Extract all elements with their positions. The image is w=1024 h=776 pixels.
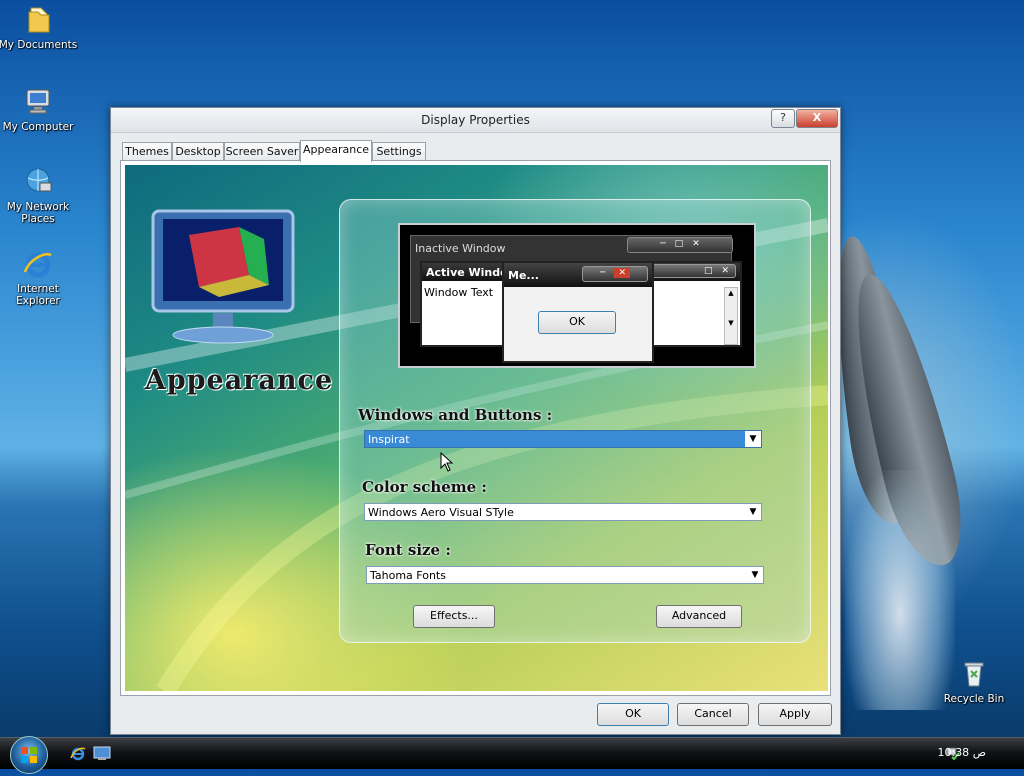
preview-ok-button: OK bbox=[538, 311, 616, 334]
title-bar[interactable]: Display Properties ? X bbox=[111, 108, 840, 133]
desktop-icon-label-line1: Internet bbox=[17, 283, 59, 295]
appearance-background-art: Appearance Inactive Window ─ □ ✕ Active … bbox=[125, 165, 828, 691]
quick-launch-show-desktop-icon[interactable] bbox=[93, 745, 111, 761]
tab-themes[interactable]: Themes bbox=[122, 142, 172, 161]
desktop-icon-label: My Documents bbox=[0, 39, 78, 51]
active-window-buttons: □ ✕ bbox=[648, 264, 736, 278]
effects-button[interactable]: Effects... bbox=[413, 605, 495, 628]
cancel-button[interactable]: Cancel bbox=[677, 703, 749, 726]
chevron-down-icon[interactable]: ▼ bbox=[745, 504, 761, 520]
message-box-close-button: ─ ✕ bbox=[582, 266, 648, 282]
tab-desktop[interactable]: Desktop bbox=[172, 142, 224, 161]
chevron-down-icon[interactable]: ▼ bbox=[745, 431, 761, 447]
inactive-window-title: Inactive Window bbox=[415, 242, 506, 255]
message-box-title: Me... bbox=[508, 269, 539, 282]
desktop-icon-my-network-places[interactable]: My Network Places bbox=[0, 166, 78, 225]
tab-appearance[interactable]: Appearance bbox=[300, 140, 372, 162]
color-scheme-dropdown[interactable]: Windows Aero Visual STyle ▼ bbox=[364, 503, 762, 521]
appearance-preview: Inactive Window ─ □ ✕ Active Window □ ✕ … bbox=[398, 223, 756, 368]
color-scheme-value: Windows Aero Visual STyle bbox=[368, 506, 514, 519]
desktop-icon-my-documents[interactable]: My Documents bbox=[0, 4, 78, 51]
message-box-preview: Me... ─ ✕ OK bbox=[502, 261, 654, 363]
desktop-icon-label-line2: Places bbox=[21, 213, 55, 225]
monitor-icon bbox=[151, 209, 295, 344]
clock-time: 10:38 bbox=[937, 746, 970, 759]
clock[interactable]: 10:38 ص bbox=[937, 746, 986, 759]
wallpaper-splash bbox=[845, 470, 955, 710]
inactive-window-buttons: ─ □ ✕ bbox=[627, 237, 733, 253]
tab-settings[interactable]: Settings bbox=[372, 142, 426, 161]
internet-explorer-icon bbox=[22, 248, 54, 280]
advanced-button[interactable]: Advanced bbox=[656, 605, 742, 628]
ok-button[interactable]: OK bbox=[597, 703, 669, 726]
start-button[interactable] bbox=[10, 736, 48, 774]
taskbar: 10:38 ص bbox=[0, 736, 1024, 774]
network-icon bbox=[22, 166, 54, 198]
desktop-icon-label: My Computer bbox=[2, 121, 74, 133]
folder-icon bbox=[22, 4, 54, 36]
window-title: Display Properties bbox=[421, 113, 530, 127]
windows-and-buttons-value: Inspirat bbox=[368, 433, 410, 446]
chevron-down-icon[interactable]: ▼ bbox=[747, 567, 763, 583]
clock-ampm: ص bbox=[972, 746, 986, 759]
color-scheme-label: Color scheme : bbox=[362, 478, 487, 496]
close-button[interactable]: X bbox=[796, 109, 838, 128]
scrollbar: ▲ ▼ bbox=[724, 287, 738, 345]
font-size-dropdown[interactable]: Tahoma Fonts ▼ bbox=[366, 566, 764, 584]
tab-screen-saver[interactable]: Screen Saver bbox=[224, 142, 300, 161]
windows-and-buttons-dropdown[interactable]: Inspirat ▼ bbox=[364, 430, 762, 448]
appearance-logo-text: Appearance bbox=[144, 365, 334, 396]
windows-and-buttons-label: Windows and Buttons : bbox=[358, 406, 553, 424]
mouse-cursor-icon bbox=[440, 452, 454, 472]
settings-panel: Inactive Window ─ □ ✕ Active Window □ ✕ … bbox=[339, 199, 811, 643]
desktop-icon-internet-explorer[interactable]: Internet Explorer bbox=[0, 248, 78, 307]
computer-icon bbox=[22, 86, 54, 118]
display-properties-window: Display Properties ? X Themes Desktop Sc… bbox=[110, 107, 841, 735]
desktop-icon-label-line1: My Network bbox=[6, 201, 70, 213]
apply-button[interactable]: Apply bbox=[758, 703, 832, 726]
font-size-label: Font size : bbox=[365, 541, 451, 559]
quick-launch-internet-explorer-icon[interactable] bbox=[70, 745, 86, 761]
font-size-value: Tahoma Fonts bbox=[370, 569, 446, 582]
desktop-icon-my-computer[interactable]: My Computer bbox=[0, 86, 78, 133]
appearance-tab-page: Appearance Inactive Window ─ □ ✕ Active … bbox=[120, 160, 831, 696]
desktop-icon-label-line2: Explorer bbox=[16, 295, 60, 307]
window-text-sample: Window Text bbox=[424, 286, 494, 299]
help-button[interactable]: ? bbox=[771, 109, 795, 128]
recycle-bin-icon bbox=[958, 658, 990, 690]
